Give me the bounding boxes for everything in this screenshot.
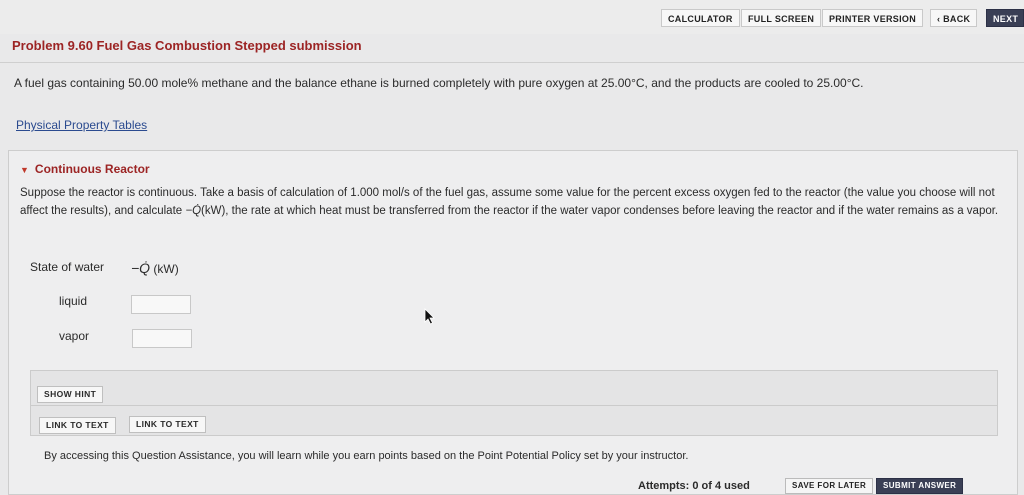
back-button[interactable]: ‹ BACK [930, 9, 978, 27]
full-screen-button[interactable]: FULL SCREEN [741, 9, 822, 27]
column-header-q: −Q̇ (kW) [131, 260, 179, 276]
row-label-vapor: vapor [59, 329, 90, 343]
column-header-state: State of water [30, 260, 105, 274]
attempts-counter: Attempts: 0 of 4 used [638, 480, 750, 492]
q-dot-symbol: −Q̇ [131, 260, 151, 276]
liquid-q-input[interactable] [131, 295, 191, 314]
row-label-liquid: liquid [59, 294, 88, 308]
divider [0, 62, 1024, 63]
problem-title: Problem 9.60 Fuel Gas Combustion Stepped… [12, 38, 362, 53]
chevron-left-icon: ‹ [937, 14, 941, 24]
printer-version-button[interactable]: PRINTER VERSION [822, 9, 924, 27]
section-heading-label: Continuous Reactor [34, 162, 150, 176]
assistance-policy-text: By accessing this Question Assistance, y… [44, 450, 689, 462]
problem-statement: A fuel gas containing 50.00 mole% methan… [14, 76, 864, 90]
divider [30, 405, 998, 406]
paragraph-text-2: (kW), the rate at which heat must be tra… [201, 205, 999, 217]
link-to-text-button-2[interactable]: LINK TO TEXT [129, 416, 206, 433]
next-button[interactable]: NEXT [986, 9, 1024, 27]
calculator-button[interactable]: CALCULATOR [661, 9, 740, 27]
top-toolbar: CALCULATOR FULL SCREEN PRINTER VERSION ‹… [0, 0, 1024, 34]
section-heading[interactable]: ▼ Continuous Reactor [20, 162, 150, 176]
link-to-text-button-1[interactable]: LINK TO TEXT [39, 417, 116, 434]
show-hint-button[interactable]: SHOW HINT [37, 386, 104, 403]
back-label: BACK [943, 14, 971, 24]
unit-label: (kW) [153, 262, 179, 276]
reactor-paragraph: Suppose the reactor is continuous. Take … [20, 184, 1015, 220]
triangle-down-icon: ▼ [20, 165, 29, 175]
mouse-pointer-icon [424, 308, 435, 325]
physical-property-tables-link[interactable]: Physical Property Tables [16, 118, 147, 132]
vapor-q-input[interactable] [132, 329, 192, 348]
q-dot-symbol: −Q̇ [185, 205, 202, 217]
